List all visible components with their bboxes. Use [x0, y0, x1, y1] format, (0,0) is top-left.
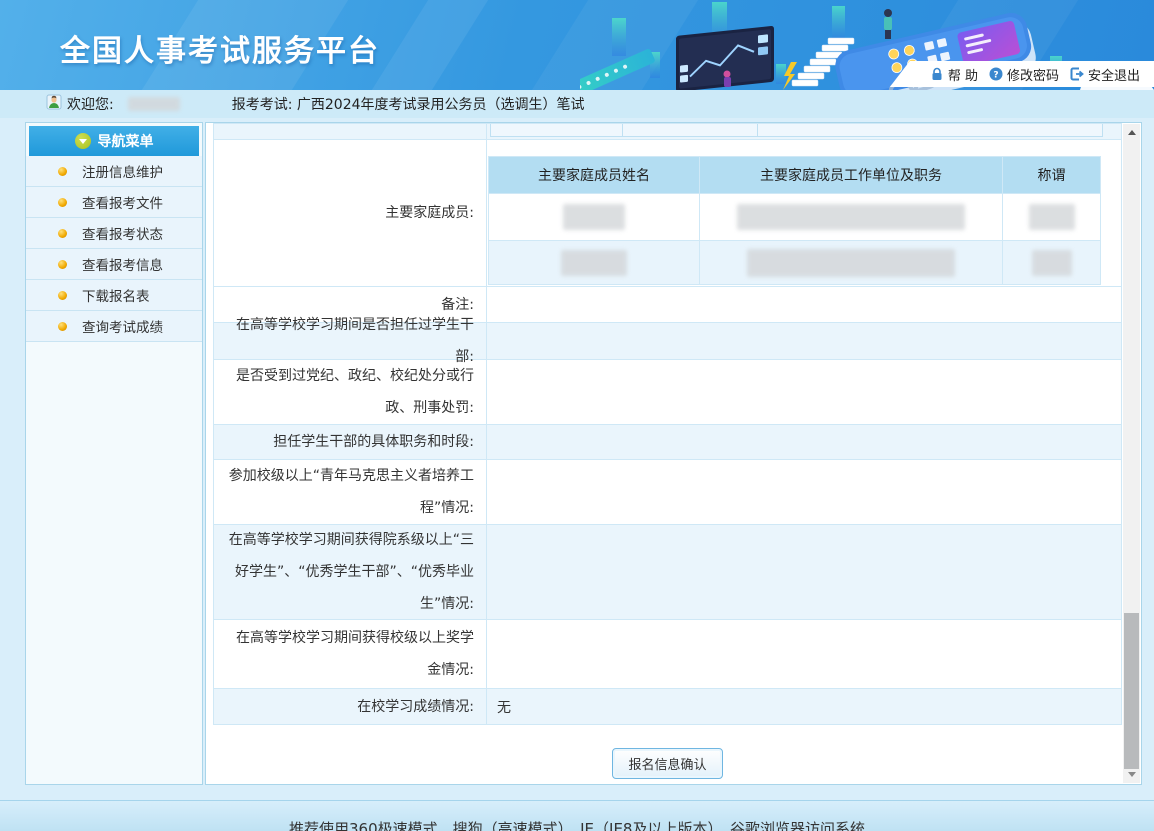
redacted-family-name — [561, 250, 627, 276]
exit-icon — [1070, 67, 1084, 81]
form-row-label: 主要家庭成员: — [214, 140, 487, 286]
scrollbar-thumb[interactable] — [1124, 613, 1139, 769]
logout-button[interactable]: 安全退出 — [1070, 65, 1140, 84]
lock-icon — [930, 67, 944, 81]
dot-icon — [58, 322, 67, 331]
page: 全国人事考试服务平台 帮 助 ? 修改密码 安全退出 — [0, 0, 1154, 831]
header-action-bar: 帮 助 ? 修改密码 安全退出 — [890, 61, 1154, 87]
dot-icon — [58, 291, 67, 300]
dot-icon — [58, 260, 67, 269]
redacted-user-name — [128, 97, 180, 111]
question-circle-icon: ? — [989, 67, 1003, 81]
sidebar-item-exam-status[interactable]: 查看报考状态 — [26, 218, 202, 249]
page-footer: 推荐使用360极速模式、搜狗（高速模式）、IE（IE8及以上版本）、谷歌浏览器访… — [0, 800, 1154, 831]
redacted-family-relation — [1032, 250, 1072, 276]
redacted-family-workplace — [747, 249, 955, 277]
sidebar-nav-header[interactable]: 导航菜单 — [29, 126, 199, 156]
form-row-cadre-positions: 担任学生干部的具体职务和时段: — [214, 425, 1121, 460]
form-row-student-cadre: 在高等学校学习期间是否担任过学生干部: — [214, 323, 1121, 360]
confirm-button-area: 报名信息确认 — [213, 748, 1122, 779]
chevron-down-circle-icon — [75, 133, 91, 149]
family-table-header: 主要家庭成员姓名 主要家庭成员工作单位及职务 称谓 — [489, 157, 1100, 193]
page-title: 全国人事考试服务平台 — [60, 26, 380, 70]
family-table-row — [489, 193, 1100, 240]
main-content-panel: 主要家庭成员: 主要家庭成员姓名 主要家庭成员工作单位及职务 称谓 — [205, 122, 1142, 785]
help-button[interactable]: 帮 助 — [930, 65, 978, 84]
app-header: 全国人事考试服务平台 帮 助 ? 修改密码 安全退出 — [0, 0, 1154, 90]
dot-icon — [58, 198, 67, 207]
nav-header-label: 导航菜单 — [98, 131, 154, 151]
change-password-button[interactable]: ? 修改密码 — [989, 65, 1059, 84]
browser-recommendation-text: 推荐使用360极速模式、搜狗（高速模式）、IE（IE8及以上版本）、谷歌浏览器访… — [0, 818, 1154, 831]
sidebar-item-download-form[interactable]: 下载报名表 — [26, 280, 202, 311]
application-form-table: 主要家庭成员: 主要家庭成员姓名 主要家庭成员工作单位及职务 称谓 — [213, 123, 1122, 725]
sidebar-item-registration-info[interactable]: 注册信息维护 — [26, 156, 202, 187]
partial-inner-table-row — [490, 124, 1103, 137]
dot-icon — [58, 167, 67, 176]
sidebar-item-exam-results[interactable]: 查询考试成绩 — [26, 311, 202, 342]
form-row-scholarship: 在高等学校学习期间获得校级以上奖学金情况: — [214, 620, 1121, 689]
user-avatar-icon — [46, 94, 62, 114]
sidebar-item-exam-info[interactable]: 查看报考信息 — [26, 249, 202, 280]
family-col-workplace: 主要家庭成员工作单位及职务 — [700, 157, 1003, 193]
form-row-discipline: 是否受到过党纪、政纪、校纪处分或行政、刑事处罚: — [214, 360, 1121, 425]
family-members-table: 主要家庭成员姓名 主要家庭成员工作单位及职务 称谓 — [488, 156, 1101, 285]
redacted-family-workplace — [737, 204, 965, 230]
header-decor-stripe — [359, 0, 500, 90]
sidebar-item-exam-documents[interactable]: 查看报考文件 — [26, 187, 202, 218]
vertical-scrollbar[interactable] — [1123, 124, 1140, 783]
scrollbar-down-arrow[interactable] — [1123, 766, 1140, 783]
redacted-family-relation — [1029, 204, 1075, 230]
form-row-family: 主要家庭成员: 主要家庭成员姓名 主要家庭成员工作单位及职务 称谓 — [214, 140, 1121, 287]
family-table-row — [489, 240, 1100, 284]
form-row-honors: 在高等学校学习期间获得院系级以上“三好学生”、“优秀学生干部”、“优秀毕业生”情… — [214, 525, 1121, 620]
sidebar: 导航菜单 注册信息维护 查看报考文件 查看报考状态 查看报考信息 下载报名表 查… — [25, 122, 203, 785]
family-col-relation: 称谓 — [1003, 157, 1100, 193]
svg-text:?: ? — [993, 70, 998, 80]
confirm-registration-button[interactable]: 报名信息确认 — [612, 748, 722, 779]
exam-info: 报考考试: 广西2024年度考试录用公务员（选调生）笔试 — [232, 94, 585, 114]
scrollbar-up-arrow[interactable] — [1123, 124, 1140, 141]
form-row-academic-record: 在校学习成绩情况: 无 — [214, 689, 1121, 725]
redacted-family-name — [563, 204, 625, 230]
welcome-bar: 欢迎您: 报考考试: 广西2024年度考试录用公务员（选调生）笔试 — [0, 90, 1154, 118]
dot-icon — [58, 229, 67, 238]
form-row-partial — [214, 124, 1121, 140]
form-row-marxist-program: 参加校级以上“青年马克思主义者培养工程”情况: — [214, 460, 1121, 525]
welcome-label: 欢迎您: — [67, 94, 114, 114]
family-col-name: 主要家庭成员姓名 — [489, 157, 700, 193]
